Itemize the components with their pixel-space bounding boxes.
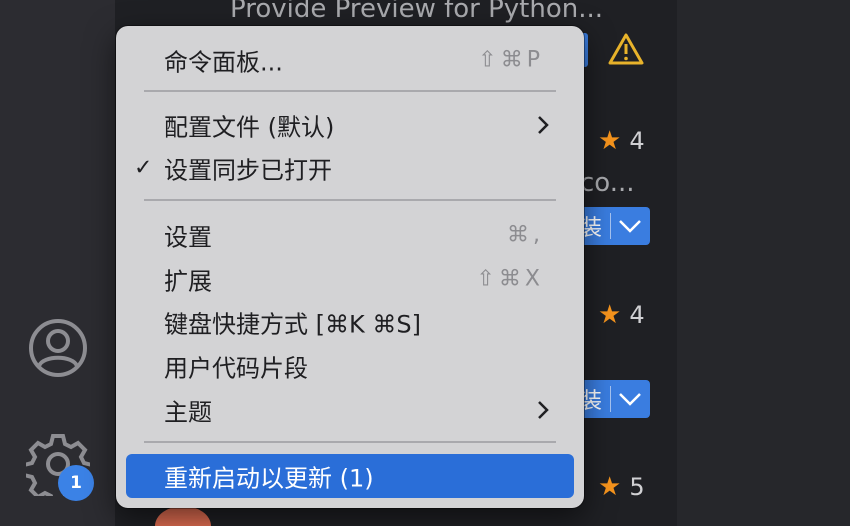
update-badge: 1 [58, 465, 94, 501]
menu-item-settings-sync[interactable]: ✓ 设置同步已打开 [126, 148, 574, 188]
menu-item-shortcut: ⇧⌘X [476, 266, 544, 292]
menu-item-themes[interactable]: 主题 [126, 390, 574, 430]
star-icon: ★ [598, 126, 622, 156]
warning-icon[interactable] [608, 32, 644, 66]
menu-item-label: 设置 [164, 223, 212, 252]
menu-item-keyboard-shortcuts[interactable]: 键盘快捷方式 [⌘K ⌘S] [126, 302, 574, 342]
chevron-right-icon [538, 116, 549, 134]
rating-value: 4 [629, 301, 645, 329]
menu-item-label: 主题 [164, 398, 212, 427]
install-button[interactable]: 装 [578, 207, 650, 245]
star-icon: ★ [598, 472, 622, 502]
menu-item-label: 配置文件 (默认) [164, 113, 335, 142]
manage-menu: 命令面板... ⇧⌘P 配置文件 (默认) ✓ 设置同步已打开 设置 ⌘, 扩展… [116, 26, 584, 508]
menu-item-label: 键盘快捷方式 [⌘K ⌘S] [164, 310, 421, 339]
rating: ★ 5 [598, 472, 645, 502]
menu-item-profiles[interactable]: 配置文件 (默认) [126, 105, 574, 145]
rating-value: 5 [629, 473, 645, 501]
install-divider [610, 386, 611, 412]
menu-item-settings[interactable]: 设置 ⌘, [126, 215, 574, 255]
menu-item-shortcut: ⇧⌘P [478, 47, 544, 73]
rating: ★ 4 [598, 300, 645, 330]
menu-item-user-snippets[interactable]: 用户代码片段 [126, 346, 574, 386]
menu-item-label: 扩展 [164, 267, 212, 296]
rating-value: 4 [629, 127, 645, 155]
activity-bar: 1 [0, 0, 115, 526]
install-button[interactable]: 装 [578, 380, 650, 418]
extension-title-fragment: co... [580, 168, 635, 198]
star-icon: ★ [598, 300, 622, 330]
account-icon[interactable] [28, 318, 88, 378]
menu-item-label: 重新启动以更新 (1) [164, 464, 374, 493]
chevron-down-icon[interactable] [618, 391, 642, 407]
menu-item-label: 命令面板... [164, 48, 283, 77]
chevron-down-icon[interactable] [618, 218, 642, 234]
menu-item-label: 设置同步已打开 [164, 156, 332, 185]
menu-item-restart-to-update[interactable]: 重新启动以更新 (1) [126, 454, 574, 498]
menu-item-extensions[interactable]: 扩展 ⇧⌘X [126, 259, 574, 299]
rating: ★ 4 [598, 126, 645, 156]
chevron-right-icon [538, 401, 549, 419]
extension-title[interactable]: Provide Preview for Python... [230, 0, 603, 24]
menu-item-label: 用户代码片段 [164, 354, 308, 383]
menu-item-command-palette[interactable]: 命令面板... ⇧⌘P [126, 40, 574, 80]
menu-separator [144, 90, 556, 92]
install-divider [610, 213, 611, 239]
menu-separator [144, 441, 556, 443]
menu-separator [144, 199, 556, 201]
editor-background [677, 0, 850, 526]
check-icon: ✓ [134, 155, 153, 181]
menu-item-shortcut: ⌘, [507, 222, 544, 248]
